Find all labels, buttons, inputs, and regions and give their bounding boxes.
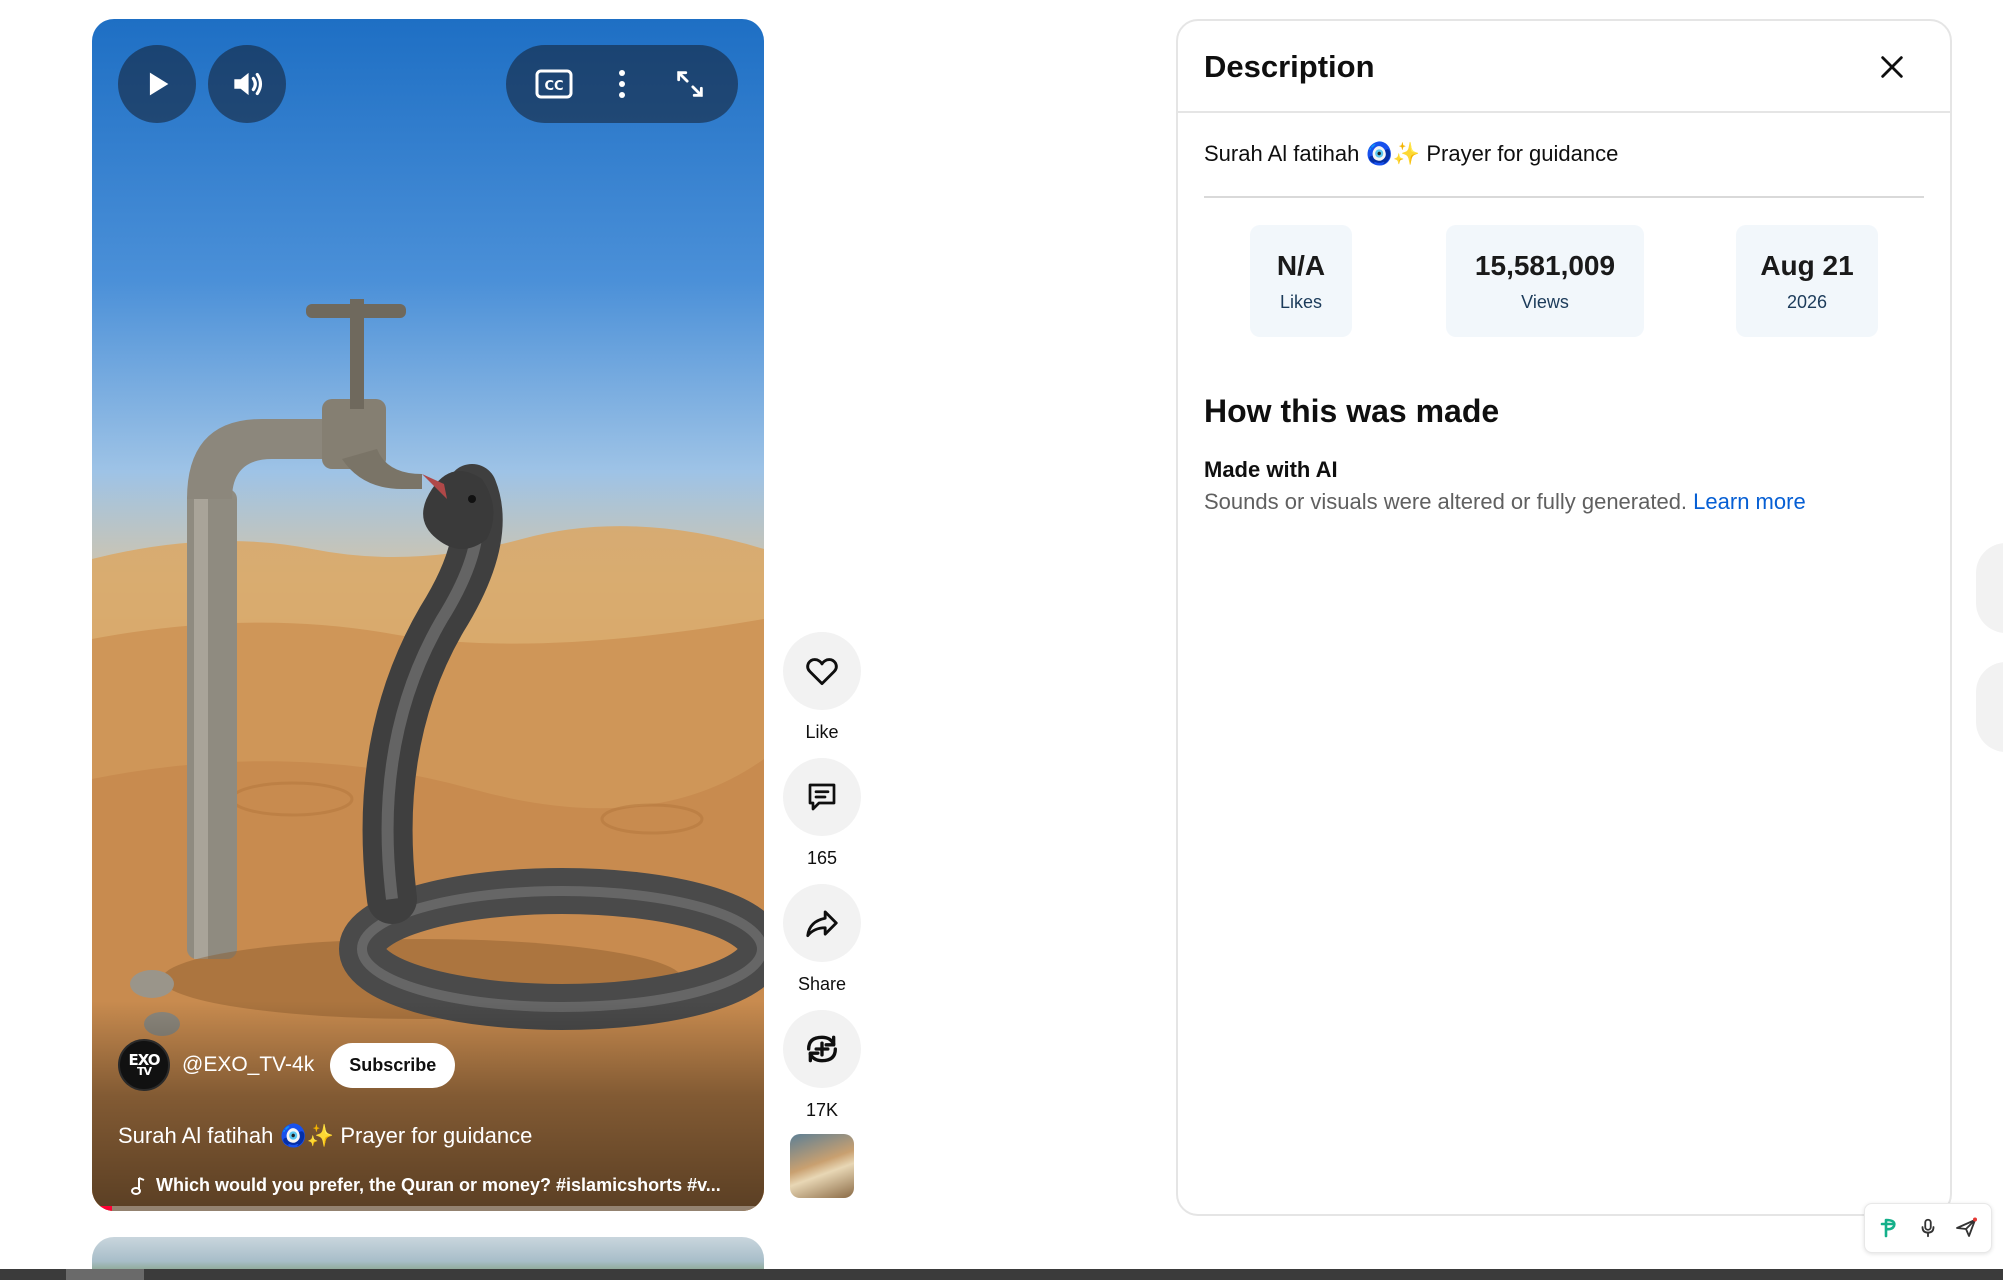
remix-icon: [807, 1035, 837, 1063]
fullscreen-icon: [677, 71, 703, 97]
more-vert-icon: [619, 70, 625, 98]
nav-down-button[interactable]: [1976, 662, 2003, 752]
comment-icon: [808, 783, 836, 811]
share-icon: [806, 910, 838, 938]
comments-count: 165: [806, 848, 838, 868]
bottom-scrollbar-track: [0, 1269, 2003, 1280]
channel-row: EXO TV @EXO_TV-4k Subscribe: [118, 1039, 456, 1091]
play-button[interactable]: [118, 45, 196, 123]
share-label: Share: [797, 974, 847, 994]
made-with-ai-description: Sounds or visuals were altered or fully …: [1204, 489, 1806, 515]
grammar-logo-icon: [1880, 1218, 1896, 1238]
microphone-button[interactable]: [1911, 1211, 1945, 1245]
music-row[interactable]: Which would you prefer, the Quran or mon…: [130, 1175, 721, 1196]
panel-title: Description: [1204, 49, 1375, 84]
remix-count: 17K: [805, 1100, 839, 1120]
made-desc-text: Sounds or visuals were altered or fully …: [1204, 489, 1688, 514]
panel-header: Description: [1178, 21, 1950, 113]
stat-likes: N/A Likes: [1250, 225, 1352, 337]
send-button[interactable]: [1949, 1211, 1983, 1245]
description-panel: Description Surah Al fatihah 🧿✨ Prayer f…: [1176, 19, 1952, 1216]
video-title[interactable]: Surah Al fatihah 🧿✨ Prayer for guidance: [118, 1123, 532, 1149]
input-tool-tray: [1864, 1203, 1992, 1253]
heart-icon: [806, 658, 838, 686]
stat-date-value: Aug 21: [1760, 249, 1854, 281]
stat-likes-value: N/A: [1276, 249, 1326, 281]
how-made-title: How this was made: [1204, 393, 1500, 429]
stat-views-label: Views: [1521, 291, 1569, 312]
like-label: Like: [805, 722, 839, 742]
share-action: Share: [783, 884, 861, 995]
description-text: Surah Al fatihah 🧿✨ Prayer for guidance: [1204, 141, 1619, 166]
video-player[interactable]: CC EXO TV @EXO_TV-4k Subscribe Surah Al …: [92, 19, 764, 1211]
stat-likes-label: Likes: [1279, 291, 1323, 312]
player-top-controls: CC: [92, 19, 764, 149]
play-icon: [149, 72, 169, 96]
sound-thumbnail[interactable]: [790, 1134, 854, 1198]
remix-button[interactable]: [783, 1010, 861, 1088]
stat-date: Aug 21 2026: [1736, 225, 1878, 337]
stat-views-value: 15,581,009: [1474, 249, 1616, 281]
fullscreen-button[interactable]: [660, 54, 720, 114]
subscribe-button[interactable]: Subscribe: [330, 1042, 456, 1088]
made-with-ai-label: Made with AI: [1204, 457, 1338, 482]
like-action: Like: [783, 632, 861, 743]
description-divider: [1204, 196, 1924, 198]
stat-date-year: 2026: [1786, 291, 1828, 312]
music-note-icon: [131, 1176, 145, 1195]
avatar-text-line2: TV: [136, 1064, 152, 1078]
close-icon: [1881, 56, 1903, 78]
microphone-icon: [1921, 1218, 1935, 1238]
progress-fill: [92, 1206, 113, 1211]
close-button[interactable]: [1872, 47, 1912, 87]
grammar-tool-button[interactable]: [1873, 1211, 1907, 1245]
music-text: Which would you prefer, the Quran or mon…: [156, 1175, 721, 1195]
channel-avatar[interactable]: EXO TV: [118, 1039, 170, 1091]
captions-button[interactable]: CC: [524, 54, 584, 114]
captions-icon: CC: [535, 69, 573, 99]
remix-action: 17K: [783, 1010, 861, 1121]
captions-label: CC: [544, 79, 563, 94]
bottom-scrollbar-thumb[interactable]: [66, 1269, 144, 1280]
volume-button[interactable]: [208, 45, 286, 123]
nav-up-button[interactable]: [1976, 543, 2003, 633]
stat-views: 15,581,009 Views: [1446, 225, 1644, 337]
channel-handle[interactable]: @EXO_TV-4k: [182, 1053, 314, 1077]
like-button[interactable]: [783, 632, 861, 710]
player-options-pill: CC: [506, 45, 738, 123]
shorts-page: CC EXO TV @EXO_TV-4k Subscribe Surah Al …: [0, 0, 2003, 1280]
more-options-button[interactable]: [592, 54, 652, 114]
send-icon: [1956, 1217, 1977, 1237]
volume-icon: [234, 72, 263, 96]
comments-action: 165: [783, 758, 861, 869]
learn-more-link[interactable]: Learn more: [1693, 489, 1806, 514]
progress-bar[interactable]: [92, 1206, 764, 1211]
comments-button[interactable]: [783, 758, 861, 836]
share-button[interactable]: [783, 884, 861, 962]
